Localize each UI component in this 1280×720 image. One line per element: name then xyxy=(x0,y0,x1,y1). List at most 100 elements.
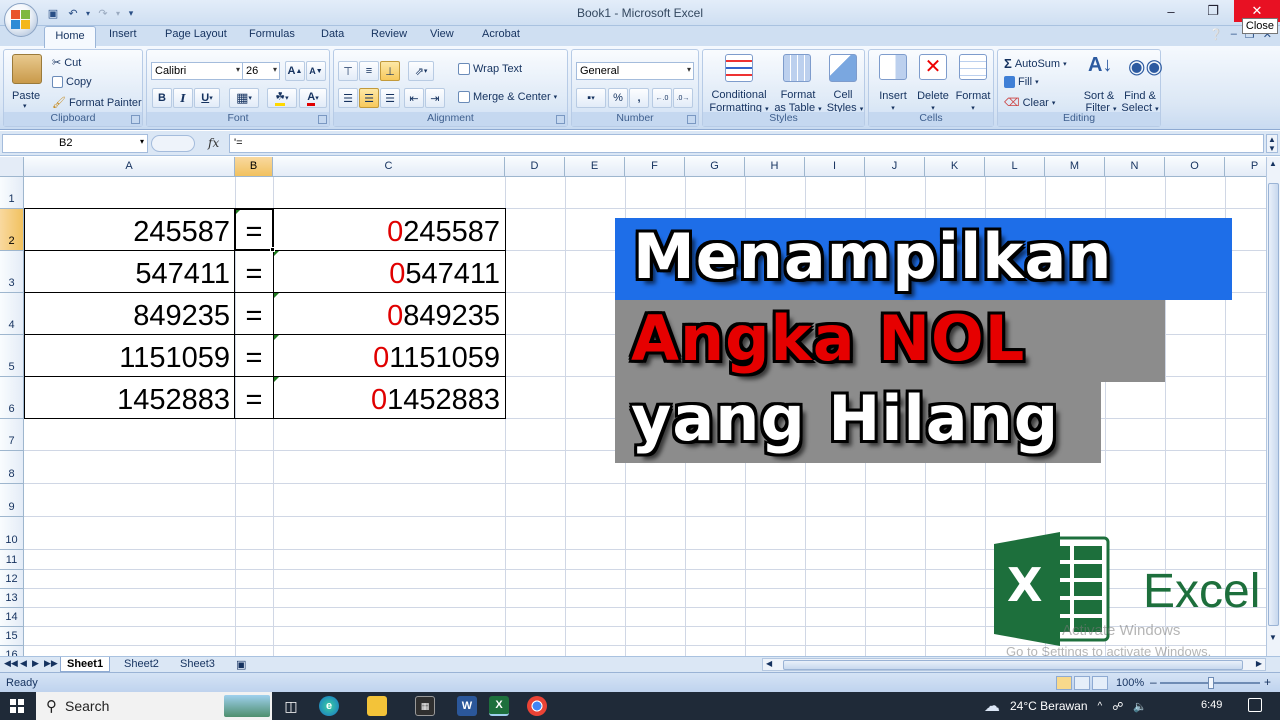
vertical-scrollbar[interactable]: ▲ ▼ xyxy=(1266,157,1280,656)
row-header-16[interactable]: 16 xyxy=(0,646,24,656)
column-header-l[interactable]: L xyxy=(985,157,1045,177)
fill-color-button[interactable]: ☘ ▾ xyxy=(267,88,297,108)
tab-review[interactable]: Review xyxy=(371,28,407,40)
prev-sheet-icon[interactable]: ◀ xyxy=(20,658,27,669)
insert-sheet-icon[interactable]: ▣ xyxy=(230,657,252,672)
cell-styles-button[interactable]: Cell Styles ▾ xyxy=(823,54,863,114)
last-sheet-icon[interactable]: ▶▶ xyxy=(44,658,58,669)
column-header-p[interactable]: P xyxy=(1225,157,1266,177)
ribbon-minimize-icon[interactable]: – xyxy=(1231,28,1237,41)
expand-formula-bar-button[interactable]: ▲ ▼ xyxy=(1266,134,1278,153)
error-indicator-icon[interactable] xyxy=(274,293,279,298)
row-header-5[interactable]: 5 xyxy=(0,335,24,377)
insert-function-button[interactable]: fx xyxy=(208,136,219,150)
font-name-combo[interactable]: Calibri ▾ xyxy=(151,62,243,80)
align-middle-button[interactable]: ≡ xyxy=(359,61,379,81)
normal-view-button[interactable] xyxy=(1056,676,1072,690)
name-box[interactable]: B2 ▾ xyxy=(2,134,148,153)
alignment-launcher-icon[interactable] xyxy=(556,115,565,124)
merge-center-button[interactable]: Merge & Center ▾ xyxy=(458,91,557,103)
page-layout-view-button[interactable] xyxy=(1074,676,1090,690)
cell-a5[interactable]: 1151059 xyxy=(24,335,235,377)
speaker-icon[interactable]: 🔈 xyxy=(1133,700,1147,713)
tab-formulas[interactable]: Formulas xyxy=(249,28,295,40)
excel-taskbar-icon[interactable]: X xyxy=(489,696,509,716)
word-icon[interactable]: W xyxy=(457,696,477,716)
insert-cells-button[interactable]: Insert ▾ xyxy=(873,54,913,112)
row-header-4[interactable]: 4 xyxy=(0,293,24,335)
bold-button[interactable]: B xyxy=(152,88,172,108)
row-header-3[interactable]: 3 xyxy=(0,251,24,293)
page-break-view-button[interactable] xyxy=(1092,676,1108,690)
row-header-10[interactable]: 10 xyxy=(0,517,24,550)
zoom-in-icon[interactable]: + xyxy=(1264,675,1271,689)
column-header-f[interactable]: F xyxy=(625,157,685,177)
row-header-7[interactable]: 7 xyxy=(0,419,24,451)
file-explorer-icon[interactable] xyxy=(367,696,387,716)
orientation-button[interactable]: ⇗ ▾ xyxy=(408,61,434,81)
row-header-15[interactable]: 15 xyxy=(0,627,24,646)
align-top-button[interactable]: ⊤ xyxy=(338,61,358,81)
horizontal-scroll-thumb[interactable] xyxy=(783,660,1243,670)
scroll-up-icon[interactable]: ▲ xyxy=(1269,159,1277,168)
sheet-tab-sheet3[interactable]: Sheet3 xyxy=(174,657,221,672)
select-all-button[interactable] xyxy=(0,157,24,177)
decrease-indent-button[interactable]: ⇤ xyxy=(404,88,424,108)
sheet-tab-sheet2[interactable]: Sheet2 xyxy=(118,657,165,672)
cut-button[interactable]: ✂ Cut xyxy=(52,56,81,70)
next-sheet-icon[interactable]: ▶ xyxy=(32,658,39,669)
column-header-n[interactable]: N xyxy=(1105,157,1165,177)
zoom-level[interactable]: 100% xyxy=(1116,677,1144,689)
tab-home[interactable]: Home xyxy=(44,26,96,48)
wrap-text-button[interactable]: Wrap Text xyxy=(458,63,522,75)
cell-a3[interactable]: 547411 xyxy=(24,251,235,293)
cell-c2[interactable]: 0 245587 xyxy=(273,209,505,251)
formula-input[interactable]: '= xyxy=(229,134,1264,153)
column-header-j[interactable]: J xyxy=(865,157,925,177)
autosum-button[interactable]: Σ AutoSum ▾ xyxy=(1004,56,1067,71)
cell-a4[interactable]: 849235 xyxy=(24,293,235,335)
cell-a6[interactable]: 1452883 xyxy=(24,377,235,419)
chrome-icon[interactable] xyxy=(527,696,547,716)
row-header-1[interactable]: 1 xyxy=(0,177,24,209)
cell-b3[interactable]: = xyxy=(235,251,273,293)
fill-button[interactable]: Fill ▾ xyxy=(1004,76,1039,88)
taskbar-clock[interactable]: 6:49 xyxy=(1201,699,1222,711)
column-header-g[interactable]: G xyxy=(685,157,745,177)
edge-browser-icon[interactable]: e xyxy=(319,696,339,716)
error-indicator-icon[interactable] xyxy=(274,335,279,340)
row-header-2[interactable]: 2 xyxy=(0,209,24,251)
decrease-decimal-button[interactable]: .0→ xyxy=(673,88,693,108)
number-launcher-icon[interactable] xyxy=(687,115,696,124)
cell-c4[interactable]: 0 849235 xyxy=(273,293,505,335)
find-select-button[interactable]: ◉◉ Find & Select ▾ xyxy=(1120,54,1162,114)
network-icon[interactable]: ☍ xyxy=(1112,700,1123,713)
weather-text[interactable]: 24°C Berawan xyxy=(1010,699,1088,713)
fill-handle[interactable] xyxy=(270,247,275,252)
row-header-14[interactable]: 14 xyxy=(0,608,24,627)
minimize-button[interactable]: – xyxy=(1150,0,1192,22)
align-right-button[interactable]: ☰ xyxy=(380,88,400,108)
column-header-d[interactable]: D xyxy=(505,157,565,177)
format-painter-button[interactable]: 🖌 Format Painter xyxy=(52,96,142,110)
windows-start-icon[interactable] xyxy=(10,699,24,713)
chevron-up-icon[interactable]: ^ xyxy=(1098,701,1103,712)
font-launcher-icon[interactable] xyxy=(318,115,327,124)
row-header-8[interactable]: 8 xyxy=(0,451,24,484)
percent-style-button[interactable]: % xyxy=(608,88,628,108)
office-button[interactable] xyxy=(4,3,38,37)
borders-button[interactable]: ▦ ▾ xyxy=(229,88,259,108)
font-color-button[interactable]: A ▾ xyxy=(299,88,327,108)
zoom-slider-thumb[interactable] xyxy=(1208,677,1214,689)
scroll-down-icon[interactable]: ▼ xyxy=(1269,633,1277,642)
tab-view[interactable]: View xyxy=(430,28,454,40)
sort-filter-button[interactable]: A↓ Sort & Filter ▾ xyxy=(1080,54,1118,114)
cell-a2[interactable]: 245587 xyxy=(24,209,235,251)
tab-page-layout[interactable]: Page Layout xyxy=(165,28,227,40)
grow-font-button[interactable]: A ▲ xyxy=(285,61,305,81)
font-size-combo[interactable]: 26 ▾ xyxy=(242,62,280,80)
clipboard-launcher-icon[interactable] xyxy=(131,115,140,124)
row-header-6[interactable]: 6 xyxy=(0,377,24,419)
column-header-o[interactable]: O xyxy=(1165,157,1225,177)
accounting-format-button[interactable]: ▪ ▾ xyxy=(576,88,606,108)
